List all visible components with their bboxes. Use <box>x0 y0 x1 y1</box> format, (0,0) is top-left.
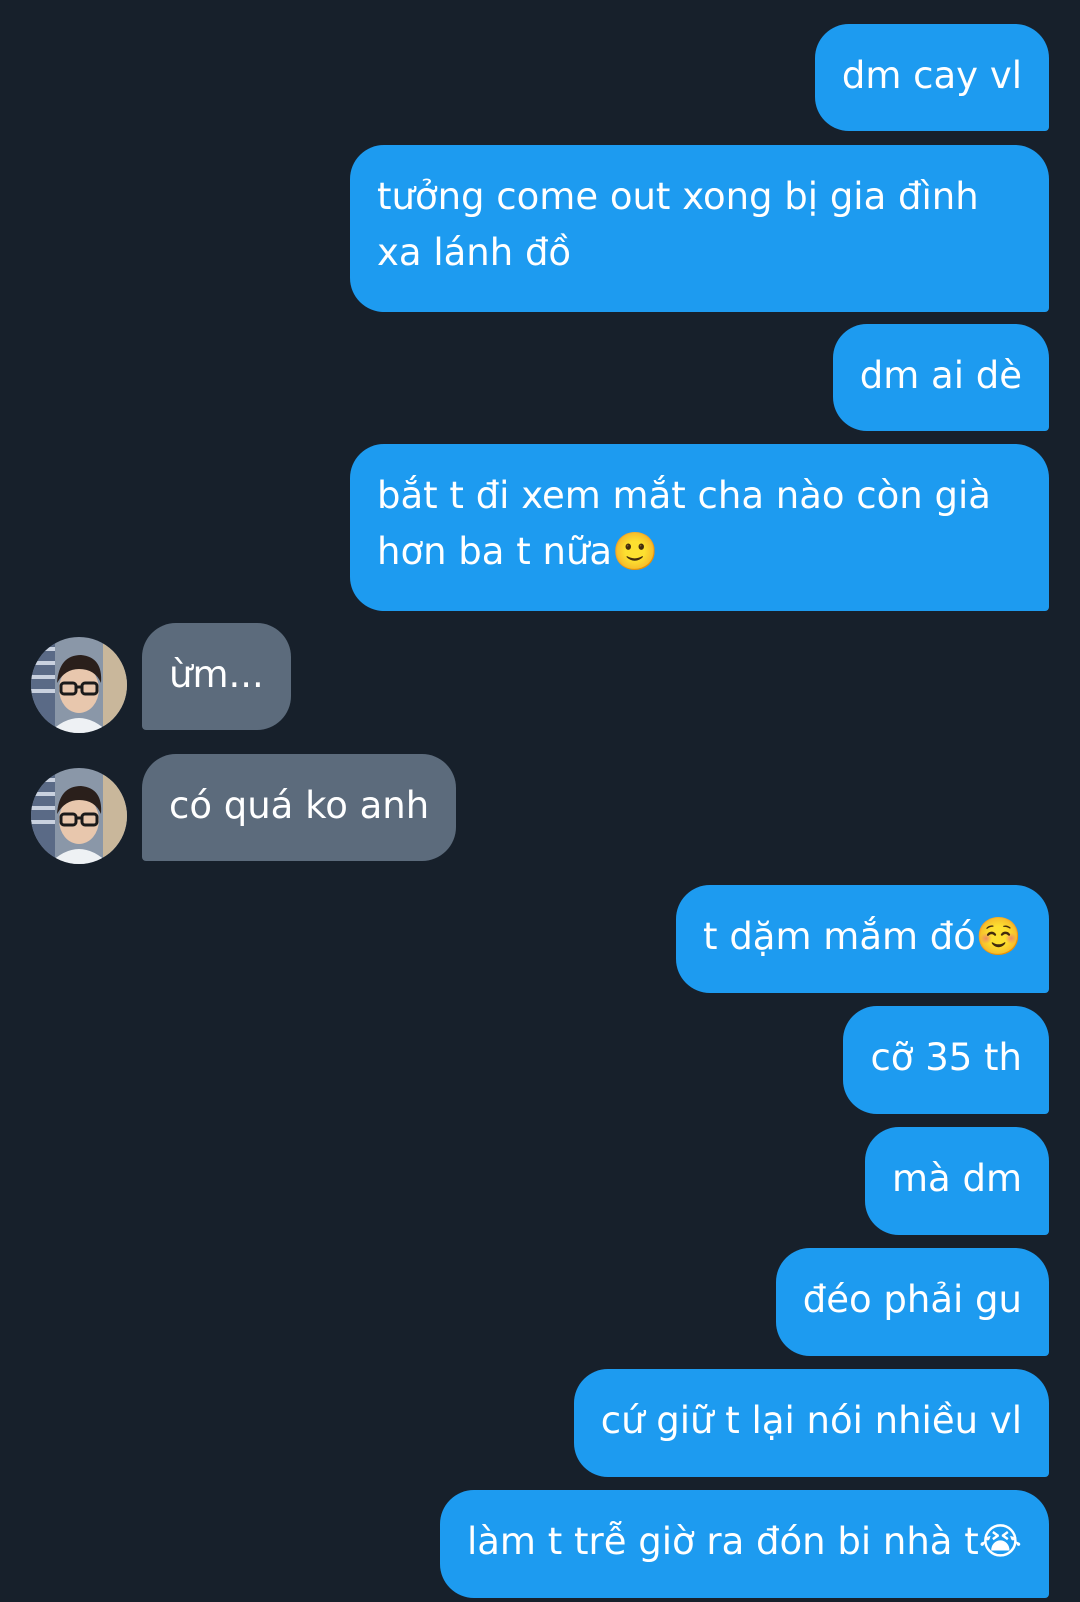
outgoing-message[interactable]: tưởng come out xong bị gia đình xa lánh … <box>350 145 1049 312</box>
outgoing-message[interactable]: làm t trễ giờ ra đón bi nhà t😭 <box>439 1490 1049 1598</box>
outgoing-message[interactable]: đéo phải gu <box>775 1248 1049 1356</box>
message-text: ừm... <box>169 653 264 696</box>
message-text: t dặm mắm đó☺️ <box>703 915 1022 958</box>
outgoing-message[interactable]: mà dm <box>864 1127 1049 1235</box>
outgoing-message[interactable]: dm cay vl <box>814 24 1049 131</box>
contact-avatar[interactable] <box>31 637 127 733</box>
message-text: làm t trễ giờ ra đón bi nhà t😭 <box>466 1520 1022 1563</box>
outgoing-message[interactable]: bắt t đi xem mắt cha nào còn già hơn ba … <box>350 444 1049 611</box>
incoming-message[interactable]: ừm... <box>142 623 291 730</box>
message-text: bắt t đi xem mắt cha nào còn già hơn ba … <box>377 474 991 573</box>
outgoing-message[interactable]: dm ai dè <box>832 324 1049 431</box>
contact-avatar[interactable] <box>31 768 127 864</box>
avatar-photo-icon <box>31 637 127 733</box>
outgoing-message[interactable]: cứ giữ t lại nói nhiều vl <box>573 1369 1049 1477</box>
incoming-message[interactable]: có quá ko anh <box>142 754 457 861</box>
avatar-photo-icon <box>31 768 127 864</box>
message-text: dm ai dè <box>859 354 1022 397</box>
outgoing-message[interactable]: t dặm mắm đó☺️ <box>676 885 1049 993</box>
message-text: cứ giữ t lại nói nhiều vl <box>600 1399 1022 1442</box>
message-text: tưởng come out xong bị gia đình xa lánh … <box>377 175 979 274</box>
message-text: đéo phải gu <box>802 1278 1022 1321</box>
message-text: mà dm <box>891 1157 1022 1200</box>
message-text: dm cay vl <box>841 54 1022 97</box>
conversation-view: dm cay vl tưởng come out xong bị gia đìn… <box>0 0 1080 1602</box>
message-text: có quá ko anh <box>169 784 430 827</box>
message-text: cỡ 35 th <box>870 1036 1022 1079</box>
outgoing-message[interactable]: cỡ 35 th <box>843 1006 1049 1114</box>
